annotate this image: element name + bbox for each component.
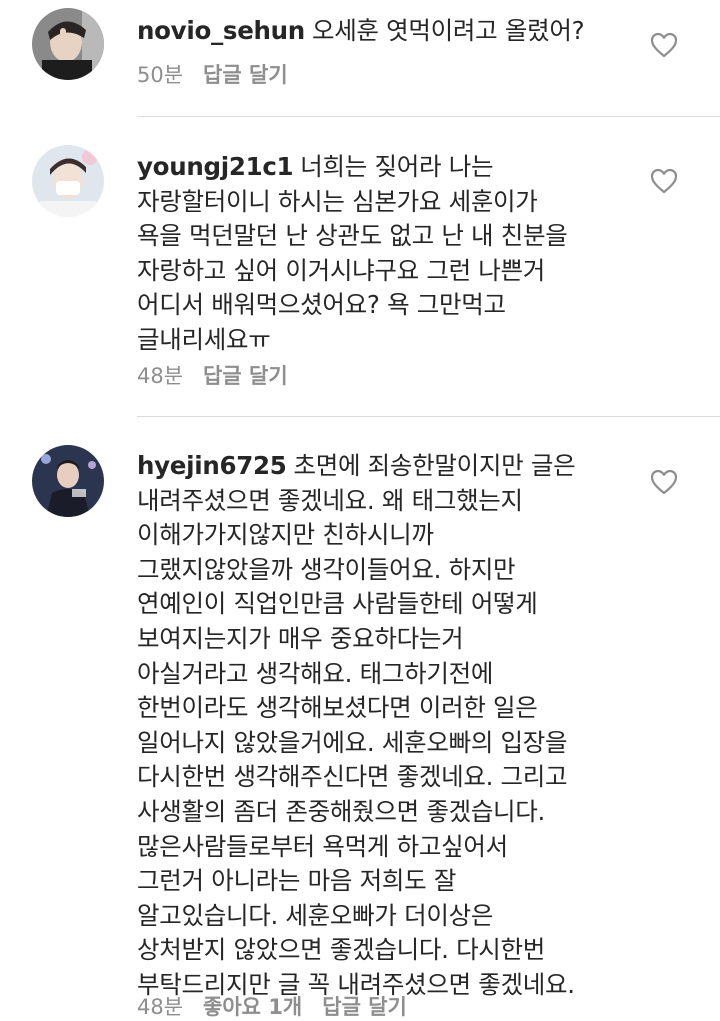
avatar[interactable] bbox=[32, 445, 104, 517]
comment-meta: 48분 답글 달기 bbox=[137, 360, 308, 390]
comment-meta: 50분 답글 달기 bbox=[137, 59, 308, 89]
comment-text-block: hyejin6725 초면에 죄송한말이지만 글은 내려주셨으면 좋겠네요. 왜 … bbox=[137, 449, 647, 1003]
reply-button[interactable]: 답글 달기 bbox=[203, 63, 288, 87]
comment-time: 50분 bbox=[137, 63, 184, 87]
comment-body: 오세훈 엿먹이려고 올렸어? bbox=[311, 16, 585, 45]
comment-meta: 48분 좋아요 1개 답글 달기 bbox=[137, 991, 427, 1021]
avatar[interactable] bbox=[32, 8, 104, 80]
comment-username[interactable]: hyejin6725 bbox=[137, 451, 287, 480]
reply-button[interactable]: 답글 달기 bbox=[322, 995, 407, 1019]
comment-text-block: youngj21c1 너희는 짖어라 나는 자랑할터이니 하시는 심본가요 세훈이… bbox=[137, 150, 647, 358]
reply-button[interactable]: 답글 달기 bbox=[203, 364, 288, 388]
like-count-button[interactable]: 좋아요 1개 bbox=[203, 995, 302, 1019]
comment-time: 48분 bbox=[137, 995, 184, 1019]
comment-text-block: novio_sehun 오세훈 엿먹이려고 올렸어? bbox=[137, 14, 647, 49]
comment-username[interactable]: novio_sehun bbox=[137, 16, 305, 45]
divider bbox=[137, 116, 720, 117]
comment-body: 초면에 죄송한말이지만 글은 내려주셨으면 좋겠네요. 왜 태그했는지 이해가가… bbox=[137, 451, 576, 999]
heart-icon[interactable] bbox=[650, 469, 678, 495]
comment-body: 너희는 짖어라 나는 자랑할터이니 하시는 심본가요 세훈이가 욕을 먹던말던 … bbox=[137, 152, 568, 354]
heart-icon[interactable] bbox=[650, 168, 678, 194]
divider bbox=[137, 416, 720, 417]
avatar[interactable] bbox=[32, 145, 104, 217]
comment-time: 48분 bbox=[137, 364, 184, 388]
heart-icon[interactable] bbox=[650, 32, 678, 58]
comment-username[interactable]: youngj21c1 bbox=[137, 152, 294, 181]
